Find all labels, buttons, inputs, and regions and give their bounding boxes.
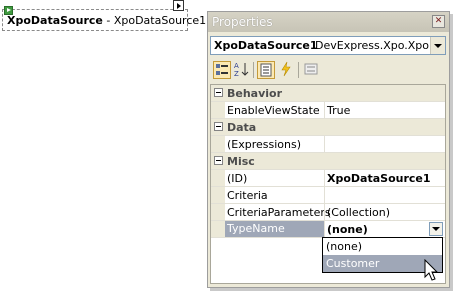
- property-row[interactable]: (Expressions): [211, 136, 445, 153]
- row-gutter: [211, 102, 225, 118]
- category-data[interactable]: Data: [211, 119, 445, 136]
- smart-tag-arrow-icon[interactable]: [173, 0, 184, 11]
- property-value[interactable]: (none): [327, 223, 368, 236]
- category-label: Misc: [227, 155, 255, 168]
- row-gutter: [211, 204, 225, 220]
- dropdown-button-icon[interactable]: [429, 222, 443, 236]
- property-pages-icon[interactable]: [302, 61, 320, 79]
- column-divider: [324, 221, 325, 237]
- collapse-icon[interactable]: [214, 156, 223, 165]
- column-divider: [324, 136, 325, 152]
- row-gutter: [211, 187, 225, 203]
- xpo-data-source-control[interactable]: XpoDataSource - XpoDataSource1: [2, 6, 206, 31]
- chevron-down-icon[interactable]: [430, 37, 445, 54]
- alphabetical-icon[interactable]: AZ: [232, 61, 250, 79]
- svg-text:Z: Z: [234, 70, 239, 77]
- collapse-icon[interactable]: [214, 88, 223, 97]
- column-divider: [324, 204, 325, 220]
- property-value[interactable]: XpoDataSource1: [327, 172, 431, 185]
- row-gutter: [211, 170, 225, 186]
- object-name: XpoDataSource1: [214, 39, 318, 52]
- property-row[interactable]: CriteriaParameters (Collection): [211, 204, 445, 221]
- property-value[interactable]: (Collection): [327, 206, 390, 219]
- categorized-icon[interactable]: [213, 61, 231, 79]
- row-gutter: [211, 136, 225, 152]
- close-icon[interactable]: ✕: [432, 15, 445, 28]
- dropdown-option[interactable]: (none): [323, 238, 442, 255]
- properties-icon[interactable]: [257, 61, 275, 79]
- property-row[interactable]: Criteria: [211, 187, 445, 204]
- events-icon[interactable]: [277, 61, 295, 79]
- object-selector[interactable]: XpoDataSource1 DevExpress.Xpo.XpoDat: [210, 36, 446, 55]
- row-gutter: [211, 221, 225, 237]
- column-divider: [324, 170, 325, 186]
- category-behavior[interactable]: Behavior: [211, 85, 445, 102]
- toolbar-separator: [253, 62, 254, 78]
- category-label: Data: [227, 121, 257, 134]
- properties-title: Properties: [212, 15, 273, 29]
- property-value[interactable]: True: [327, 104, 350, 117]
- property-label: (Expressions): [227, 138, 302, 151]
- column-divider: [324, 102, 325, 118]
- property-row[interactable]: (ID) XpoDataSource1: [211, 170, 445, 187]
- category-misc[interactable]: Misc: [211, 153, 445, 170]
- collapse-icon[interactable]: [214, 122, 223, 131]
- property-row[interactable]: EnableViewState True: [211, 102, 445, 119]
- property-label: (ID): [227, 172, 248, 185]
- property-row-selected[interactable]: TypeName (none): [211, 221, 445, 238]
- toolbar-separator: [298, 62, 299, 78]
- property-label: Criteria: [227, 189, 268, 202]
- mouse-cursor-icon: [424, 259, 439, 281]
- category-label: Behavior: [227, 87, 283, 100]
- object-type: DevExpress.Xpo.XpoDat: [315, 39, 446, 52]
- properties-toolbar: AZ: [210, 59, 446, 81]
- svg-text:A: A: [234, 62, 239, 70]
- property-label: TypeName: [225, 221, 324, 237]
- property-label: CriteriaParameters: [227, 206, 331, 219]
- control-caption: XpoDataSource - XpoDataSource1: [7, 14, 207, 27]
- column-divider: [324, 187, 325, 203]
- properties-titlebar: Properties ✕: [208, 12, 449, 32]
- property-label: EnableViewState: [227, 104, 320, 117]
